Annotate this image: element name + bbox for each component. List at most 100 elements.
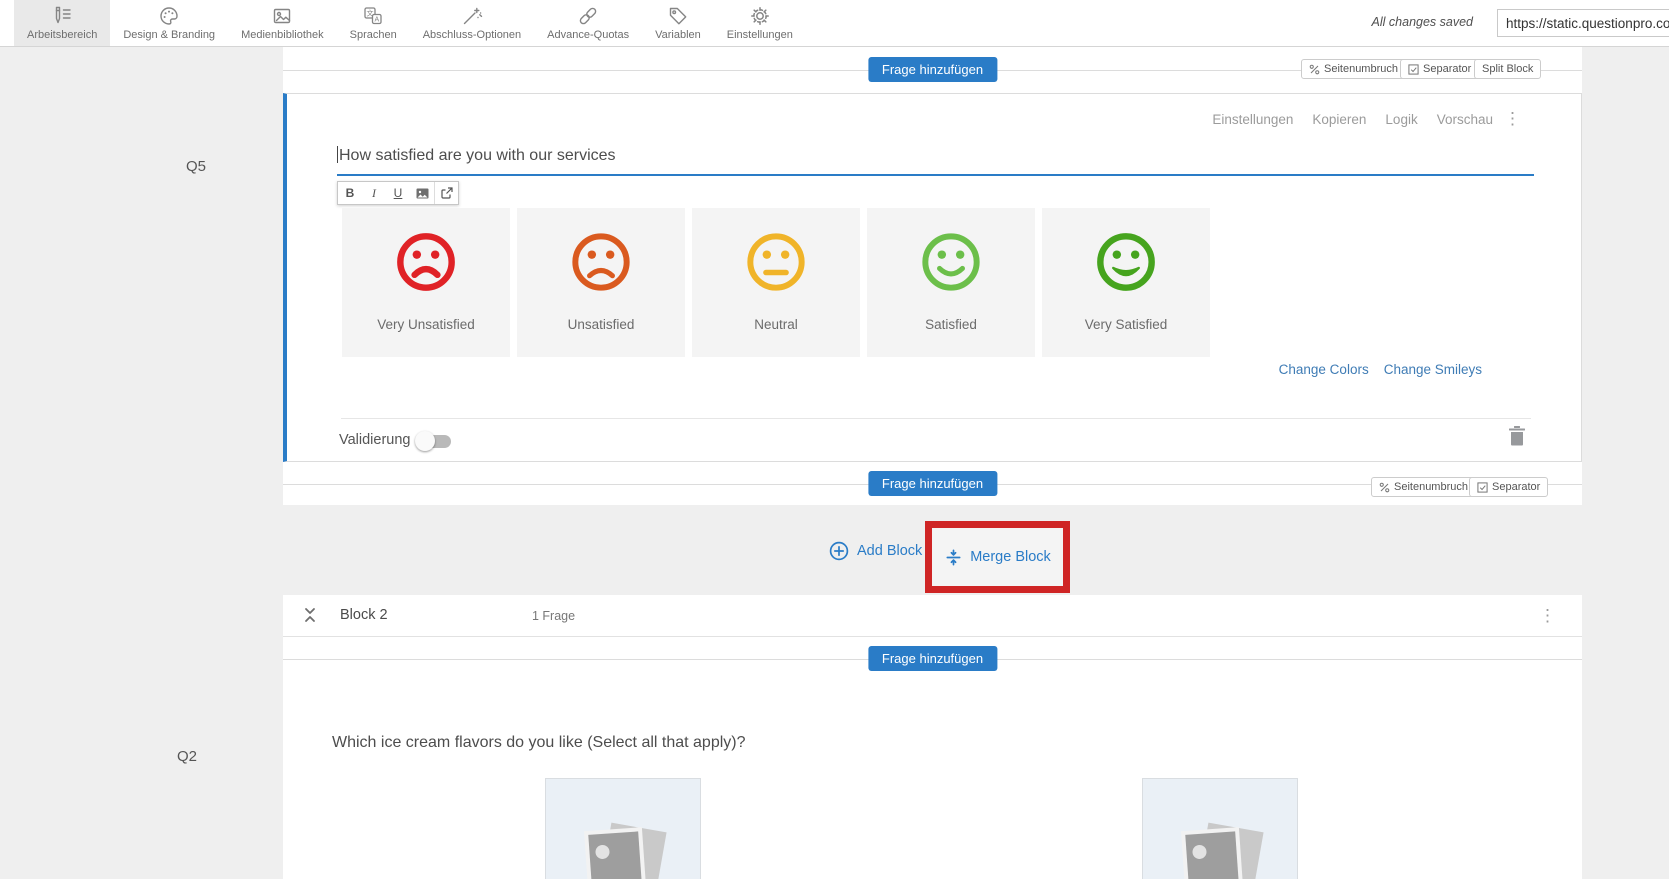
- tab-einstellungen[interactable]: Einstellungen: [714, 0, 806, 46]
- tab-abschluss-optionen[interactable]: Abschluss-Optionen: [410, 0, 534, 46]
- block-1: Frage hinzufügen Seitenumbruch Separator…: [283, 47, 1582, 505]
- block-kebab-menu-icon[interactable]: ⋮: [1539, 606, 1556, 626]
- smiley-option-unsatisfied[interactable]: Unsatisfied: [517, 208, 685, 357]
- very-satisfied-smiley-icon: [1097, 233, 1155, 291]
- block-2-header: Block 2 1 Frage ⋮: [283, 595, 1582, 637]
- add-question-button[interactable]: Frage hinzufügen: [867, 646, 998, 671]
- text-caret: [337, 146, 338, 163]
- validation-toggle[interactable]: [415, 431, 451, 451]
- media-library-icon: [270, 4, 294, 28]
- smiley-config-links: Change Colors Change Smileys: [1279, 362, 1482, 377]
- question-preview-link[interactable]: Vorschau: [1437, 112, 1493, 127]
- split-block-button[interactable]: Split Block: [1474, 59, 1542, 79]
- open-external-button[interactable]: [434, 182, 458, 204]
- add-block-button[interactable]: Add Block: [829, 541, 922, 561]
- question-card-q5: Einstellungen Kopieren Logik Vorschau ⋮ …: [283, 93, 1582, 462]
- page-break-icon: [1379, 482, 1390, 492]
- add-question-button[interactable]: Frage hinzufügen: [867, 57, 998, 82]
- smiley-label: Neutral: [754, 317, 798, 332]
- merge-block-highlight-box: Merge Block: [925, 521, 1070, 593]
- tab-arbeitsbereich[interactable]: Arbeitsbereich: [14, 0, 111, 46]
- external-link-icon: [440, 187, 453, 199]
- block-question-count: 1 Frage: [532, 609, 576, 623]
- smiley-option-very-unsatisfied[interactable]: Very Unsatisfied: [342, 208, 510, 357]
- tab-label: Einstellungen: [726, 29, 793, 41]
- smiley-label: Very Unsatisfied: [377, 317, 475, 332]
- question-title-text: How satisfied are you with our services: [339, 147, 616, 164]
- checkbox-checked-icon: [1477, 481, 1488, 493]
- block-2: Block 2 1 Frage ⋮ Frage hinzufügen Which…: [283, 595, 1582, 879]
- toggle-knob: [415, 431, 435, 451]
- page-break-button[interactable]: Seitenumbruch: [1301, 59, 1406, 79]
- merge-block-button[interactable]: Merge Block: [944, 548, 1051, 567]
- merge-block-label: Merge Block: [970, 549, 1051, 565]
- bold-button[interactable]: B: [338, 182, 362, 204]
- smiley-scale: Very Unsatisfied Unsatisfied Neutral Sat…: [342, 208, 1210, 357]
- add-question-button[interactable]: Frage hinzufügen: [867, 471, 998, 496]
- merge-icon: [946, 549, 961, 565]
- tab-variablen[interactable]: Variablen: [642, 0, 714, 46]
- split-block-label: Split Block: [1482, 63, 1534, 75]
- tag-icon: [666, 4, 690, 28]
- page-break-label: Seitenumbruch: [1394, 481, 1468, 493]
- circle-plus-icon: [829, 541, 849, 561]
- smiley-label: Very Satisfied: [1084, 317, 1168, 332]
- add-block-label: Add Block: [857, 543, 923, 559]
- question-code-q2: Q2: [177, 748, 198, 765]
- add-question-row-block2: Frage hinzufügen: [283, 637, 1582, 681]
- tab-label: Abschluss-Optionen: [422, 29, 522, 41]
- underline-button[interactable]: U: [386, 182, 410, 204]
- question-settings-link[interactable]: Einstellungen: [1212, 112, 1293, 127]
- workspace-icon: [50, 4, 74, 28]
- palette-icon: [157, 4, 181, 28]
- page-break-label: Seitenumbruch: [1324, 63, 1398, 75]
- smiley-option-neutral[interactable]: Neutral: [692, 208, 860, 357]
- url-input[interactable]: [1497, 9, 1669, 37]
- tab-advance-quotas[interactable]: Advance-Quotas: [534, 0, 642, 46]
- insert-image-button[interactable]: [410, 182, 434, 204]
- separator-label: Separator: [1423, 63, 1472, 75]
- very-unsatisfied-smiley-icon: [397, 233, 455, 291]
- tab-design-branding[interactable]: Design & Branding: [110, 0, 228, 46]
- checkbox-checked-icon: [1408, 63, 1419, 75]
- smiley-label: Satisfied: [925, 317, 977, 332]
- smiley-option-very-satisfied[interactable]: Very Satisfied: [1042, 208, 1210, 357]
- neutral-smiley-icon: [747, 233, 805, 291]
- add-question-row-bottom: Frage hinzufügen Seitenumbruch Separator: [283, 462, 1582, 505]
- trash-icon: [1509, 426, 1525, 446]
- question-copy-link[interactable]: Kopieren: [1312, 112, 1366, 127]
- add-question-row-top: Frage hinzufügen Seitenumbruch Separator…: [283, 47, 1582, 91]
- tab-medienbibliothek[interactable]: Medienbibliothek: [228, 0, 337, 46]
- photo-placeholder-icon: [1181, 822, 1264, 879]
- italic-button[interactable]: I: [362, 182, 386, 204]
- tab-label: Medienbibliothek: [241, 29, 324, 41]
- collapse-block-button[interactable]: [302, 606, 318, 626]
- format-toolbar: B I U: [337, 181, 459, 205]
- change-smileys-link[interactable]: Change Smileys: [1384, 362, 1482, 377]
- top-toolbar: Arbeitsbereich Design & Branding Medienb…: [0, 0, 1669, 47]
- tab-label: Variablen: [655, 29, 701, 41]
- unsatisfied-smiley-icon: [572, 233, 630, 291]
- svg-text:文: 文: [367, 9, 374, 18]
- change-colors-link[interactable]: Change Colors: [1279, 362, 1369, 377]
- svg-text:A: A: [375, 17, 380, 24]
- smiley-option-satisfied[interactable]: Satisfied: [867, 208, 1035, 357]
- page-break-button[interactable]: Seitenumbruch: [1371, 477, 1476, 497]
- block-name: Block 2: [340, 607, 388, 623]
- separator-button[interactable]: Separator: [1469, 477, 1549, 497]
- delete-question-button[interactable]: [1507, 424, 1527, 446]
- image-placeholder-2[interactable]: [1142, 778, 1298, 879]
- separator-button[interactable]: Separator: [1400, 59, 1480, 79]
- question-title-q2: Which ice cream flavors do you like (Sel…: [332, 734, 746, 751]
- image-placeholder-1[interactable]: [545, 778, 701, 879]
- image-icon: [416, 188, 428, 198]
- separator-label: Separator: [1492, 481, 1541, 493]
- question-kebab-menu-icon[interactable]: ⋮: [1504, 110, 1521, 128]
- question-code-q5: Q5: [186, 158, 207, 175]
- tab-sprachen[interactable]: 文 A Sprachen: [337, 0, 410, 46]
- question-title-input[interactable]: How satisfied are you with our services: [337, 146, 1534, 176]
- card-divider: [341, 418, 1531, 419]
- question-logic-link[interactable]: Logik: [1385, 112, 1417, 127]
- tab-label: Design & Branding: [123, 29, 216, 41]
- photo-placeholder-icon: [584, 822, 667, 879]
